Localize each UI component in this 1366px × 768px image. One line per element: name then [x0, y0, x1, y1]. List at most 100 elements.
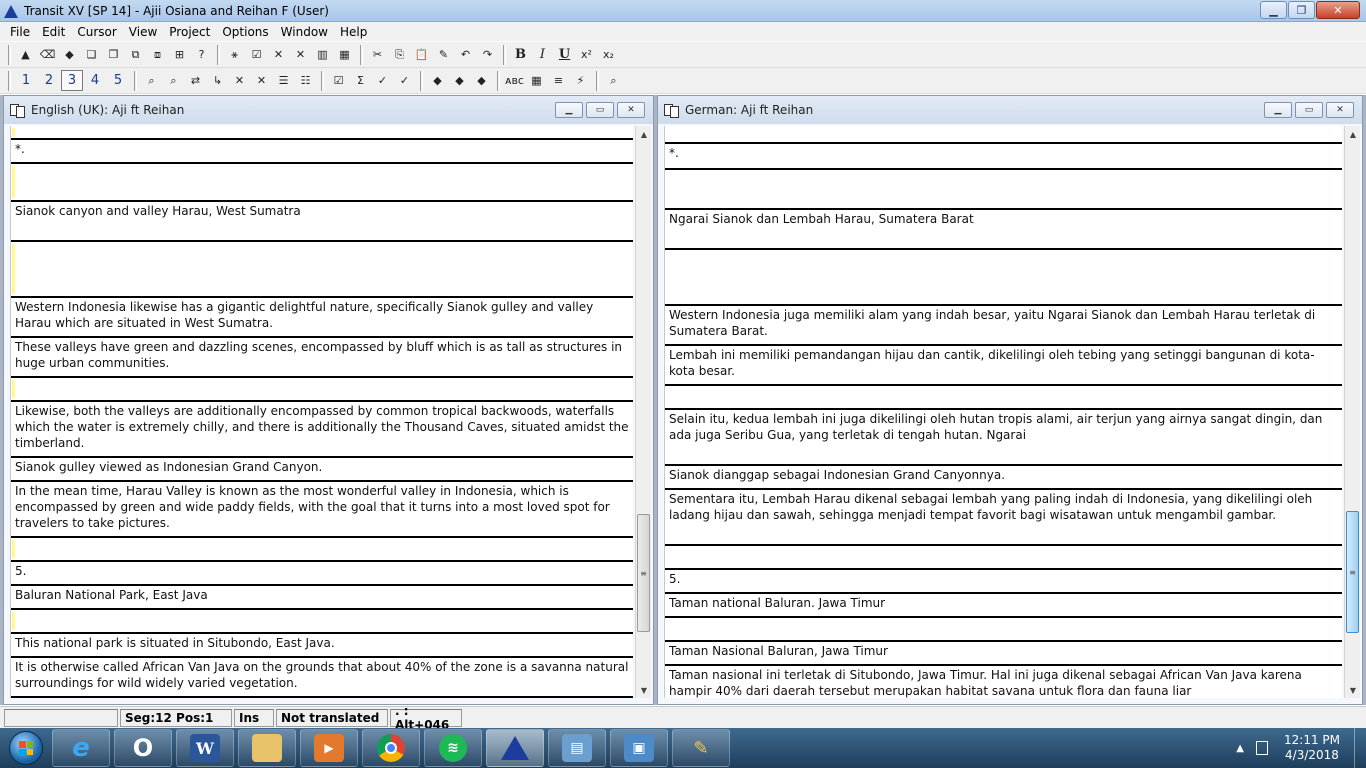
segment-row[interactable]: [665, 386, 1342, 410]
scroll-down-arrow-icon[interactable]: ▼: [636, 682, 652, 698]
close-button[interactable]: ✕: [1316, 1, 1360, 19]
find-next-icon[interactable]: ⌕: [163, 70, 184, 91]
clock[interactable]: 12:11 PM 4/3/2018: [1284, 733, 1340, 763]
toolbar-grip[interactable]: [503, 44, 506, 65]
toolbar-grip[interactable]: [8, 70, 11, 91]
remove-marks-icon[interactable]: ✕: [290, 44, 311, 65]
maximize-button[interactable]: ❐: [1288, 1, 1315, 19]
lookup-icon[interactable]: ◆: [471, 70, 492, 91]
chart-icon[interactable]: ▦: [334, 44, 355, 65]
segment-row[interactable]: These valleys have green and dazzling sc…: [11, 338, 633, 378]
checklist-icon[interactable]: ☑: [246, 44, 267, 65]
align-icon[interactable]: ≡: [548, 70, 569, 91]
show-hidden-icons-icon[interactable]: ▲: [1236, 743, 1244, 754]
segment-row[interactable]: [11, 378, 633, 402]
table-icon[interactable]: ▦: [526, 70, 547, 91]
scroll-thumb[interactable]: ≡: [637, 514, 650, 632]
toolbar-grip[interactable]: [420, 70, 423, 91]
toolbar-grip[interactable]: [360, 44, 363, 65]
format-painter-icon[interactable]: ✎: [433, 44, 454, 65]
menu-window[interactable]: Window: [275, 25, 334, 39]
underline-button[interactable]: U: [554, 44, 575, 65]
segment-row[interactable]: Taman nasional ini terletak di Situbondo…: [665, 666, 1342, 698]
source-pane-title-bar[interactable]: English (UK): Aji ft Reihan ▁ ▭ ✕: [4, 96, 653, 124]
target-maximize-button[interactable]: ▭: [1295, 102, 1323, 118]
subscript-icon[interactable]: x₂: [598, 44, 619, 65]
segment-row[interactable]: Sianok gulley viewed as Indonesian Grand…: [11, 458, 633, 482]
segment-row[interactable]: [665, 618, 1342, 642]
segment-row[interactable]: [665, 126, 1342, 144]
paste-icon[interactable]: 📋: [411, 44, 432, 65]
segment-row[interactable]: Western Indonesia likewise has a giganti…: [11, 298, 633, 338]
segment-row[interactable]: Taman Nasional Baluran, Jawa Timur: [665, 642, 1342, 666]
delete-mark-icon[interactable]: ✕: [229, 70, 250, 91]
view-4-button[interactable]: 4: [84, 70, 106, 91]
segment-row[interactable]: It is otherwise called African Van Java …: [11, 658, 633, 698]
taskbar-paint[interactable]: ✎: [672, 729, 730, 767]
source-minimize-button[interactable]: ▁: [555, 102, 583, 118]
abc-search-icon[interactable]: ⌕: [603, 70, 624, 91]
import-icon[interactable]: ⧉: [125, 44, 146, 65]
list-icon[interactable]: ☰: [273, 70, 294, 91]
transit-app-icon[interactable]: [4, 4, 18, 18]
spellcheck-icon[interactable]: ✓: [394, 70, 415, 91]
segment-row[interactable]: [11, 126, 633, 140]
show-desktop-button[interactable]: [1354, 728, 1366, 768]
segment-row[interactable]: *.: [665, 144, 1342, 170]
check-all-icon[interactable]: ✓: [372, 70, 393, 91]
menu-help[interactable]: Help: [334, 25, 373, 39]
segment-row[interactable]: [11, 610, 633, 634]
network-icon[interactable]: ⊞: [169, 44, 190, 65]
view-3-button[interactable]: 3: [61, 70, 83, 91]
source-maximize-button[interactable]: ▭: [586, 102, 614, 118]
segment-row[interactable]: Sianok dianggap sebagai Indonesian Grand…: [665, 466, 1342, 490]
source-close-button[interactable]: ✕: [617, 102, 645, 118]
export-icon[interactable]: ⧈: [147, 44, 168, 65]
menu-project[interactable]: Project: [163, 25, 216, 39]
menu-file[interactable]: File: [4, 25, 36, 39]
source-scrollbar[interactable]: ▲ ≡ ▼: [635, 126, 651, 698]
segment-row[interactable]: Taman national Baluran. Jawa Timur: [665, 594, 1342, 618]
segment-row[interactable]: In the mean time, Harau Valley is known …: [11, 482, 633, 538]
segment-row[interactable]: This national park is situated in Situbo…: [11, 634, 633, 658]
superscript-icon[interactable]: x²: [576, 44, 597, 65]
segment-row[interactable]: [11, 538, 633, 562]
bold-button[interactable]: B: [510, 44, 531, 65]
abc-spellcheck-icon[interactable]: ᴀʙᴄ: [504, 70, 525, 91]
open-reference-icon[interactable]: ❐: [103, 44, 124, 65]
menu-edit[interactable]: Edit: [36, 25, 71, 39]
confirm-segment-icon[interactable]: ☑: [328, 70, 349, 91]
source-segment-list[interactable]: *. Sianok canyon and valley Harau, West S…: [10, 126, 633, 698]
view-2-button[interactable]: 2: [38, 70, 60, 91]
segment-row[interactable]: [665, 546, 1342, 570]
open-file-icon[interactable]: ❏: [81, 44, 102, 65]
go-to-icon[interactable]: ↳: [207, 70, 228, 91]
redo-icon[interactable]: ↷: [477, 44, 498, 65]
replace-icon[interactable]: ⇄: [185, 70, 206, 91]
taskbar-internet-explorer[interactable]: e: [52, 729, 110, 767]
segment-row[interactable]: Sementara itu, Lembah Harau dikenal seba…: [665, 490, 1342, 546]
segment-row[interactable]: [665, 170, 1342, 210]
filter-icon[interactable]: ⚹: [224, 44, 245, 65]
view-1-button[interactable]: 1: [15, 70, 37, 91]
terminology-icon[interactable]: ◆: [449, 70, 470, 91]
dictionary-icon[interactable]: ◆: [427, 70, 448, 91]
segment-row[interactable]: Ngarai Sianok dan Lembah Harau, Sumatera…: [665, 210, 1342, 250]
segment-row[interactable]: Sianok canyon and valley Harau, West Sum…: [11, 202, 633, 242]
toolbar-grip[interactable]: [596, 70, 599, 91]
menu-options[interactable]: Options: [216, 25, 274, 39]
scroll-up-arrow-icon[interactable]: ▲: [636, 126, 652, 142]
taskbar-media-player[interactable]: ▶: [300, 729, 358, 767]
segment-row[interactable]: [11, 242, 633, 298]
toolbar-grip[interactable]: [497, 70, 500, 91]
menu-cursor[interactable]: Cursor: [71, 25, 122, 39]
toolbar-grip[interactable]: [217, 44, 220, 65]
target-minimize-button[interactable]: ▁: [1264, 102, 1292, 118]
action-center-icon[interactable]: [1256, 741, 1268, 755]
segment-row[interactable]: 5.: [665, 570, 1342, 594]
scroll-up-arrow-icon[interactable]: ▲: [1345, 126, 1361, 142]
italic-button[interactable]: I: [532, 44, 553, 65]
target-pane-title-bar[interactable]: German: Aji ft Reihan ▁ ▭ ✕: [658, 96, 1362, 124]
transit-logo-icon[interactable]: ▲: [15, 44, 36, 65]
taskbar-file-explorer[interactable]: [238, 729, 296, 767]
